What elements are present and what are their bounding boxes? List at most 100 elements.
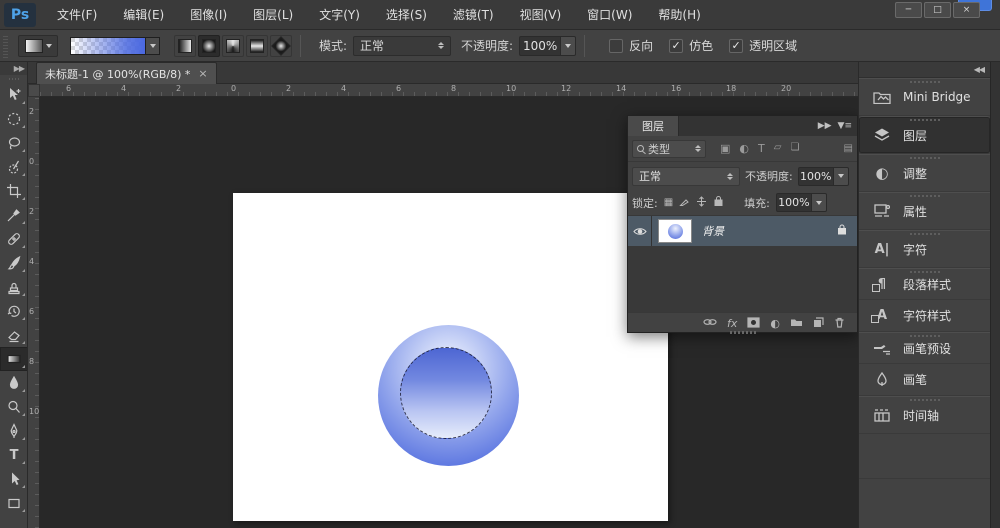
- dock-mini-bridge[interactable]: Mini Bridge: [859, 78, 990, 116]
- layer-opacity-dropdown[interactable]: [833, 166, 849, 186]
- new-group-icon[interactable]: [790, 317, 803, 330]
- filter-toggle-icon[interactable]: ▤: [844, 143, 853, 154]
- new-layer-icon[interactable]: [813, 316, 824, 331]
- shape-tool[interactable]: [0, 491, 27, 515]
- dock-timeline[interactable]: 时间轴: [859, 396, 990, 434]
- lasso-tool[interactable]: [0, 131, 27, 155]
- diamond-gradient-button[interactable]: [270, 34, 292, 57]
- linear-gradient-button[interactable]: [174, 34, 196, 57]
- tool-preset-picker[interactable]: [18, 34, 58, 57]
- layer-opacity-input[interactable]: 100%: [797, 166, 834, 186]
- layer-style-icon[interactable]: fx: [727, 317, 737, 330]
- dither-checkbox[interactable]: ✓: [669, 38, 684, 53]
- menu-file[interactable]: 文件(F): [44, 0, 110, 30]
- panel-resize-grip[interactable]: [729, 331, 756, 334]
- lock-transparency-icon[interactable]: ▦: [664, 197, 673, 208]
- panel-menu-icon[interactable]: ▼≡: [838, 121, 852, 131]
- horizontal-ruler[interactable]: 6 4 2 0 2 4 6 8 10 12 14 16 18 20: [40, 84, 858, 97]
- pixel-layer-filter-icon[interactable]: ▣: [720, 142, 730, 155]
- angle-gradient-button[interactable]: [222, 34, 244, 57]
- menu-image[interactable]: 图像(I): [177, 0, 240, 30]
- brush-tool[interactable]: [0, 251, 27, 275]
- dock-paragraph-styles[interactable]: ¶ 段落样式: [859, 268, 990, 300]
- fill-dropdown[interactable]: [811, 193, 827, 212]
- canvas-document[interactable]: [233, 193, 668, 521]
- marquee-tool[interactable]: [0, 107, 27, 131]
- radial-gradient-button[interactable]: [198, 34, 220, 57]
- eyedropper-tool[interactable]: [0, 203, 27, 227]
- menu-type[interactable]: 文字(Y): [306, 0, 373, 30]
- eraser-tool[interactable]: [0, 323, 27, 347]
- maximize-button[interactable]: □: [924, 2, 951, 18]
- menu-select[interactable]: 选择(S): [373, 0, 440, 30]
- toolbar-collapse-button[interactable]: ▶▶: [0, 62, 27, 75]
- gradient-picker-button[interactable]: [146, 36, 160, 55]
- move-tool[interactable]: [0, 83, 27, 107]
- blur-tool[interactable]: [0, 371, 27, 395]
- dock-brush[interactable]: 画笔: [859, 364, 990, 396]
- tab-close-icon[interactable]: ×: [198, 67, 207, 80]
- gradient-icon: [7, 354, 21, 364]
- layer-mask-icon[interactable]: [747, 316, 760, 331]
- tools-panel: ▶▶ T: [0, 62, 28, 528]
- adjustment-layer-icon[interactable]: ◐: [770, 317, 780, 330]
- dock-character-styles[interactable]: A 字符样式: [859, 300, 990, 332]
- opacity-input[interactable]: 100%: [519, 35, 562, 56]
- history-brush-tool[interactable]: [0, 299, 27, 323]
- menu-window[interactable]: 窗口(W): [574, 0, 645, 30]
- ruler-origin-corner[interactable]: [28, 84, 40, 97]
- transparency-label: 透明区域: [749, 39, 798, 53]
- layer-thumbnail[interactable]: [658, 219, 692, 243]
- clone-stamp-tool[interactable]: [0, 275, 27, 299]
- layer-filter-select[interactable]: 类型: [632, 139, 706, 158]
- dock-layers[interactable]: 图层: [859, 116, 990, 154]
- reverse-checkbox[interactable]: [609, 38, 624, 53]
- crop-tool[interactable]: [0, 179, 27, 203]
- visibility-toggle[interactable]: [628, 216, 652, 246]
- lock-pixels-icon[interactable]: [679, 196, 690, 210]
- menu-help[interactable]: 帮助(H): [645, 0, 713, 30]
- layer-lock-icon: [837, 224, 847, 238]
- shape-layer-filter-icon[interactable]: ▱: [774, 142, 782, 155]
- menu-view[interactable]: 视图(V): [507, 0, 575, 30]
- pen-tool[interactable]: [0, 419, 27, 443]
- dock-properties[interactable]: 属性: [859, 192, 990, 230]
- selection-marquee[interactable]: [400, 347, 492, 439]
- healing-brush-tool[interactable]: [0, 227, 27, 251]
- document-tab[interactable]: 未标题-1 @ 100%(RGB/8) * ×: [36, 62, 217, 84]
- vertical-ruler[interactable]: 2 0 2 4 6 8 10: [28, 97, 40, 528]
- quick-selection-tool[interactable]: [0, 155, 27, 179]
- blend-mode-select[interactable]: 正常: [353, 35, 452, 56]
- type-layer-filter-icon[interactable]: T: [758, 142, 765, 155]
- opacity-dropdown-button[interactable]: [561, 35, 577, 56]
- layers-tab[interactable]: 图层: [628, 116, 679, 136]
- transparency-checkbox[interactable]: ✓: [729, 38, 744, 53]
- lock-all-icon[interactable]: [713, 195, 724, 210]
- fill-input[interactable]: 100%: [775, 193, 812, 212]
- reflected-gradient-button[interactable]: [246, 34, 268, 57]
- lock-position-icon[interactable]: [696, 195, 707, 210]
- smart-object-filter-icon[interactable]: ❏: [790, 142, 799, 155]
- layer-name[interactable]: 背景: [702, 223, 724, 239]
- gradient-preview[interactable]: [70, 36, 146, 55]
- gradient-tool[interactable]: [0, 347, 27, 371]
- layer-row-background[interactable]: 背景: [628, 216, 857, 246]
- dodge-tool[interactable]: [0, 395, 27, 419]
- adjustment-layer-filter-icon[interactable]: ◐: [739, 142, 749, 155]
- layer-blend-mode-select[interactable]: 正常: [632, 166, 740, 186]
- delete-layer-icon[interactable]: [834, 317, 845, 331]
- shape-icon: [8, 498, 20, 509]
- close-button[interactable]: ×: [953, 2, 980, 18]
- dock-collapse-button[interactable]: ◀◀: [859, 62, 990, 78]
- type-tool[interactable]: T: [0, 443, 27, 467]
- menu-edit[interactable]: 编辑(E): [110, 0, 177, 30]
- path-selection-tool[interactable]: [0, 467, 27, 491]
- menu-layer[interactable]: 图层(L): [240, 0, 306, 30]
- link-layers-icon[interactable]: [703, 317, 717, 330]
- dock-brush-presets[interactable]: 画笔预设: [859, 332, 990, 364]
- dock-adjustments[interactable]: ◐ 调整: [859, 154, 990, 192]
- dock-character[interactable]: A| 字符: [859, 230, 990, 268]
- menu-filter[interactable]: 滤镜(T): [440, 0, 507, 30]
- panel-collapse-icon[interactable]: ▶▶: [818, 121, 832, 131]
- minimize-button[interactable]: ─: [895, 2, 922, 18]
